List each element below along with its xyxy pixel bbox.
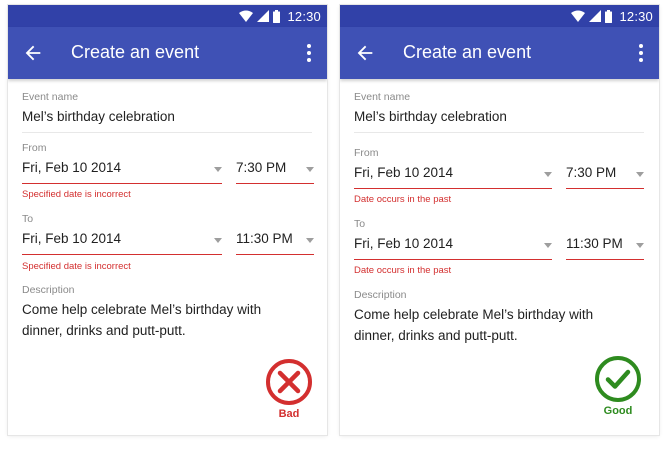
dropdown-arrow-icon: [636, 243, 644, 248]
verdict-good: Good: [592, 355, 644, 417]
app-title: Create an event: [403, 42, 532, 62]
event-name-label: Event name: [22, 91, 79, 103]
battery-icon: [605, 9, 613, 23]
to-time-picker[interactable]: 11:30 PM: [566, 234, 644, 260]
description-label: Description: [22, 284, 75, 296]
event-name-divider: [354, 132, 644, 133]
wifi-icon: [571, 10, 586, 22]
from-time-value: 7:30 PM: [566, 165, 617, 180]
to-date-value: Fri, Feb 10 2014: [22, 231, 122, 246]
dropdown-arrow-icon: [636, 172, 644, 177]
to-error-text: Date occurs in the past: [354, 265, 452, 276]
phone-screen-bad: 12:30 Create an event Event name Mel’s b…: [8, 5, 327, 435]
from-date-picker[interactable]: Fri, Feb 10 2014: [22, 158, 222, 184]
status-bar: 12:30: [8, 5, 327, 27]
check-circle-icon: [595, 356, 641, 402]
status-time: 12:30: [619, 8, 653, 24]
to-date-picker[interactable]: Fri, Feb 10 2014: [22, 229, 222, 255]
to-date-picker[interactable]: Fri, Feb 10 2014: [354, 234, 552, 260]
to-time-value: 11:30 PM: [566, 236, 623, 251]
verdict-label: Bad: [278, 408, 300, 420]
event-name-input[interactable]: Mel’s birthday celebration: [22, 109, 175, 124]
from-error-text: Specified date is incorrect: [22, 189, 131, 200]
description-input[interactable]: Come help celebrate Mel’s birthday with …: [22, 299, 302, 341]
from-date-value: Fri, Feb 10 2014: [22, 160, 122, 175]
signal-icon: [257, 10, 270, 22]
from-date-picker[interactable]: Fri, Feb 10 2014: [354, 163, 552, 189]
status-icons: 12:30: [239, 8, 321, 24]
from-time-value: 7:30 PM: [236, 160, 287, 175]
dropdown-arrow-icon: [544, 243, 552, 248]
to-error-text: Specified date is incorrect: [22, 261, 131, 272]
phone-screen-good: 12:30 Create an event Event name Mel’s b…: [340, 5, 659, 435]
to-date-value: Fri, Feb 10 2014: [354, 236, 454, 251]
from-label: From: [354, 147, 379, 159]
battery-icon: [273, 9, 281, 23]
description-label: Description: [354, 289, 407, 301]
from-error-text: Date occurs in the past: [354, 194, 452, 205]
status-time: 12:30: [287, 8, 321, 24]
app-bar: Create an event: [340, 27, 659, 79]
to-time-picker[interactable]: 11:30 PM: [236, 229, 314, 255]
from-time-picker[interactable]: 7:30 PM: [566, 163, 644, 189]
event-name-divider: [22, 132, 312, 133]
verdict-label: Good: [603, 405, 633, 417]
signal-icon: [589, 10, 602, 22]
back-arrow-icon[interactable]: [22, 42, 44, 64]
to-label: To: [22, 213, 34, 225]
dropdown-arrow-icon: [214, 238, 222, 243]
dropdown-arrow-icon: [214, 167, 222, 172]
app-bar: Create an event: [8, 27, 327, 79]
from-date-value: Fri, Feb 10 2014: [354, 165, 454, 180]
status-icons: 12:30: [571, 8, 653, 24]
description-input[interactable]: Come help celebrate Mel’s birthday with …: [354, 304, 634, 346]
event-name-input[interactable]: Mel’s birthday celebration: [354, 109, 507, 124]
from-time-picker[interactable]: 7:30 PM: [236, 158, 314, 184]
status-bar: 12:30: [340, 5, 659, 27]
dropdown-arrow-icon: [306, 167, 314, 172]
from-label: From: [22, 142, 47, 154]
more-vert-icon[interactable]: [303, 42, 315, 64]
x-circle-icon: [266, 359, 312, 405]
app-title: Create an event: [71, 42, 200, 62]
to-label: To: [354, 218, 366, 230]
dropdown-arrow-icon: [544, 172, 552, 177]
to-time-value: 11:30 PM: [236, 231, 293, 246]
verdict-bad: Bad: [263, 358, 315, 420]
event-name-label: Event name: [354, 91, 411, 103]
wifi-icon: [239, 10, 254, 22]
more-vert-icon[interactable]: [635, 42, 647, 64]
dropdown-arrow-icon: [306, 238, 314, 243]
back-arrow-icon[interactable]: [354, 42, 376, 64]
